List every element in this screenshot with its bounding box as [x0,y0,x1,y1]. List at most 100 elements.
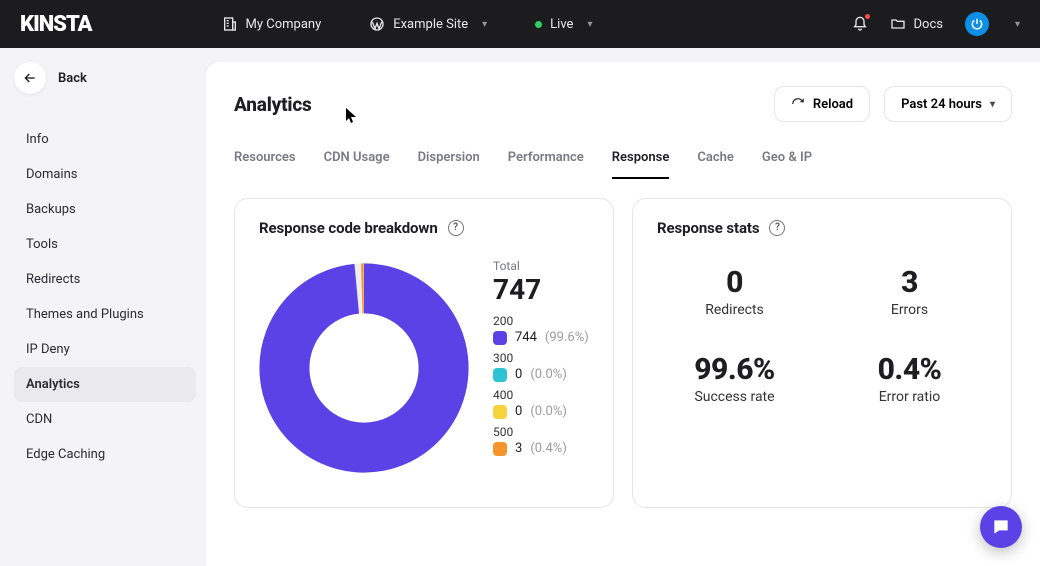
sidebar-item-info[interactable]: Info [14,122,196,157]
notifications-button[interactable] [852,16,868,32]
tab-cache[interactable]: Cache [697,142,734,179]
info-icon[interactable]: ? [769,220,785,236]
sidebar-nav: InfoDomainsBackupsToolsRedirectsThemes a… [14,122,196,472]
legend-row-200: 200 744 (99.6%) [493,314,589,345]
reload-label: Reload [813,97,853,112]
notification-badge [864,13,871,20]
chevron-down-icon: ▾ [1015,19,1020,30]
sidebar-item-analytics[interactable]: Analytics [14,367,196,402]
arrow-left-icon [22,70,38,86]
chevron-down-icon: ▾ [482,19,487,30]
stat-errors: 3 Errors [832,265,987,318]
donut-svg [259,263,469,473]
response-stats-card: Response stats ? 0 Redirects 3 Errors 99.6% S… [632,198,1012,508]
stat-value: 3 [832,265,987,300]
legend-pct: (0.0%) [530,404,567,419]
tab-dispersion[interactable]: Dispersion [418,142,480,179]
card-title: Response code breakdown [259,219,438,237]
legend-count: 744 [515,330,537,345]
page-actions: Reload Past 24 hours ▾ [774,86,1012,122]
legend-pct: (0.4%) [530,441,567,456]
cards-row: Response code breakdown ? Total 747 [234,198,1012,508]
chevron-down-icon: ▾ [990,99,995,110]
total-label: Total [493,259,589,273]
chevron-down-icon: ▾ [587,19,592,30]
tab-geo-ip[interactable]: Geo & IP [762,142,812,179]
legend-code: 300 [493,351,589,365]
stat-label: Error ratio [832,389,987,405]
docs-link[interactable]: Docs [890,16,943,32]
cursor-icon [346,108,358,124]
folder-icon [890,16,906,32]
donut-chart [259,263,469,473]
sidebar-item-redirects[interactable]: Redirects [14,262,196,297]
tab-response[interactable]: Response [612,142,670,179]
legend-pct: (0.0%) [530,367,567,382]
legend-code: 200 [493,314,589,328]
stat-value: 0 [657,265,812,300]
sidebar-item-domains[interactable]: Domains [14,157,196,192]
back-circle [14,62,46,94]
tab-resources[interactable]: Resources [234,142,296,179]
legend-row-300: 300 0 (0.0%) [493,351,589,382]
tab-performance[interactable]: Performance [508,142,584,179]
info-icon[interactable]: ? [448,220,464,236]
brand-logo[interactable]: KINSTA [20,12,92,37]
time-range-button[interactable]: Past 24 hours ▾ [884,86,1012,122]
swatch-icon [493,331,507,345]
building-icon [222,16,238,32]
reload-icon [791,97,805,111]
stat-label: Errors [832,302,987,318]
layout: Back InfoDomainsBackupsToolsRedirectsThe… [0,48,1040,566]
sidebar-item-cdn[interactable]: CDN [14,402,196,437]
swatch-icon [493,442,507,456]
stat-label: Redirects [657,302,812,318]
back-button[interactable]: Back [14,62,196,94]
status-dot-icon [535,21,542,28]
avatar [965,12,989,36]
brand-text: KINSTA [20,12,92,37]
tab-cdn-usage[interactable]: CDN Usage [324,142,390,179]
legend-code: 400 [493,388,589,402]
sidebar-item-backups[interactable]: Backups [14,192,196,227]
power-icon [970,17,984,31]
sidebar-item-themes-and-plugins[interactable]: Themes and Plugins [14,297,196,332]
site-switcher[interactable]: Example Site ▾ [369,16,487,32]
legend-pct: (99.6%) [545,330,589,345]
legend-row-400: 4000(0.0%) [493,388,589,419]
stat-error-ratio: 0.4%Error ratio [832,352,987,405]
environment-switcher[interactable]: Live ▾ [535,17,592,32]
reload-button[interactable]: Reload [774,86,870,122]
account-menu[interactable]: ▾ [965,12,1020,36]
stat-success-rate: 99.6% Success rate [657,352,812,405]
card-title: Response stats [657,219,759,237]
page-title: Analytics [234,93,312,116]
topbar: KINSTA My Company Example Site ▾ Live ▾ … [0,0,1040,48]
analytics-tabs: Resources CDN Usage Dispersion Performance R… [234,142,1012,180]
legend-code: 500 [493,425,589,439]
response-breakdown-card: Response code breakdown ? Total 747 [234,198,614,508]
back-label: Back [58,71,87,86]
total-value: 747 [493,273,589,306]
legend-row-500: 500 3 (0.4%) [493,425,589,456]
legend-count: 0 [515,367,522,382]
stat-redirects: 0 Redirects [657,265,812,318]
sidebar-item-ip-deny[interactable]: IP Deny [14,332,196,367]
wordpress-icon [369,16,385,32]
stat-label: Success rate [657,389,812,405]
swatch-icon [493,368,507,382]
sidebar-item-edge-caching[interactable]: Edge Caching [14,437,196,472]
legend-count: 3 [515,441,522,456]
main: Analytics Reload Past 24 hours ▾ Resourc… [206,62,1040,566]
donut-legend: Total 747 200744(99.6%)3000(0.0%)4000(0.… [493,255,589,456]
company-switcher[interactable]: My Company [222,16,322,32]
sidebar-item-tools[interactable]: Tools [14,227,196,262]
stat-value: 99.6% [657,352,812,387]
docs-label: Docs [914,17,943,32]
env-label: Live [550,17,573,32]
stats-grid: 0 Redirects 3 Errors 99.6% Success rate 0.4%Er… [657,265,987,405]
chat-launcher[interactable] [980,506,1022,548]
site-name: Example Site [393,17,468,32]
topbar-right: Docs ▾ [852,12,1021,36]
time-range-label: Past 24 hours [901,97,982,112]
